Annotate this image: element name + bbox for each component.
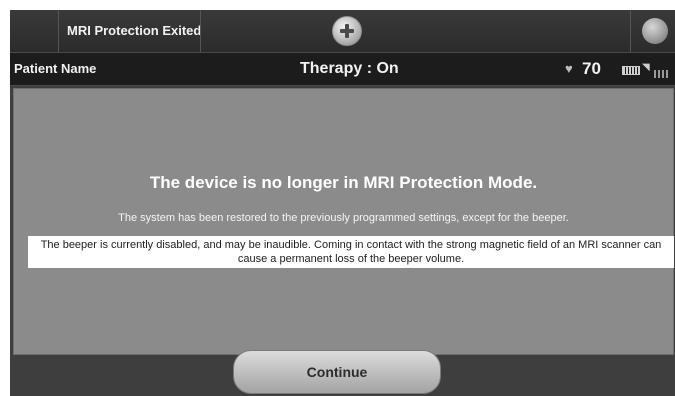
mode-title: MRI Protection Exited [67, 23, 202, 38]
title-divider [200, 10, 201, 52]
heart-rate: 70 [582, 59, 601, 78]
therapy-status: Therapy : On [300, 60, 399, 77]
beeper-warning: The beeper is currently disabled, and ma… [28, 236, 674, 268]
top-left-segment [10, 10, 59, 52]
status-bar: Patient Name Therapy : On ♥ 70 ◥ [10, 52, 675, 86]
patient-name: Patient Name [14, 61, 97, 76]
signal-bar [662, 70, 664, 78]
programmer-screen: MRI Protection Exited Patient Name Thera… [10, 10, 675, 396]
signal-bar [658, 70, 660, 78]
message-panel: The device is no longer in MRI Protectio… [13, 88, 674, 355]
top-bar: MRI Protection Exited [10, 10, 675, 52]
corner-button-icon[interactable] [642, 18, 668, 44]
battery-icon [622, 66, 640, 75]
plus-vertical-stroke [345, 24, 349, 38]
continue-button[interactable]: Continue [233, 350, 441, 394]
plus-circle-icon[interactable] [332, 16, 362, 46]
signal-bar [654, 70, 656, 78]
signal-bars-icon [654, 65, 674, 78]
message-heading: The device is no longer in MRI Protectio… [149, 173, 538, 192]
signal-bar [666, 70, 668, 78]
heart-icon: ♥ [565, 61, 573, 76]
wireless-signal-icon: ◥ [642, 62, 650, 73]
restore-message: The system has been restored to the prev… [118, 212, 569, 224]
